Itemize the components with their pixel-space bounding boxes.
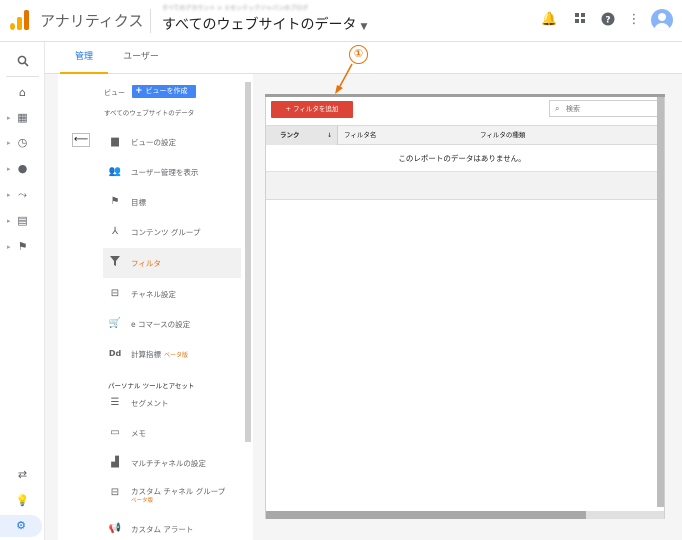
more-vert-icon[interactable]: ⋮ [626,12,642,28]
account-selector[interactable]: すべてのウェブサイトのデータ ▼ [162,14,367,34]
scroll-thumb[interactable] [266,511,586,519]
menu-item-filters[interactable]: フィルタ [103,248,241,278]
column-rank[interactable]: ランク ↓ [266,126,338,145]
tab-user[interactable]: ユーザー [117,42,165,74]
admin-gear-icon[interactable]: ⚙ [0,515,42,537]
attribution-icon[interactable]: ⇄ [0,464,45,486]
bell-icon[interactable]: 🔔 [541,12,557,28]
audience-icon[interactable]: ▸ ● [0,158,45,180]
beta-badge: ベータ版 [164,352,189,359]
divider [150,9,151,33]
menu-item-goals[interactable]: ⚑ 目標 [103,187,241,217]
conversions-icon[interactable]: ▸ ⚑ [0,236,45,258]
annotation-arrow-icon [335,63,353,94]
back-arrow-button[interactable]: ⟵ [72,133,90,147]
custom-channel-icon: ⊟ [110,487,120,498]
home-icon[interactable]: ⌂ [0,82,45,104]
add-filter-button[interactable]: + フィルタを追加 [271,101,353,118]
filter-search-input[interactable] [566,103,654,115]
dd-icon: Dd [108,349,122,358]
svg-text:?: ? [605,16,610,26]
search-icon[interactable] [0,50,45,72]
menu-item-multichannel[interactable]: ▟ マルチチャネルの設定 [103,448,241,478]
analytics-logo[interactable] [10,10,30,30]
column-filter-name[interactable]: フィルタ名 [344,126,376,145]
top-bar: アナリティクス すべてのアカウント > ミセンテックジャパンのブログ すべてのウ… [0,0,682,42]
document-icon: ▆ [111,136,119,147]
table-footer [266,172,658,200]
left-nav-rail: ⌂ ▸ ▦ ▸ ◷ ▸ ● ▸ ⤳ ▸ ▤ ▸ ⚑ ⇄ 💡 ⚙ [0,42,45,540]
caret-down-icon: ▼ [360,22,368,32]
app-name: アナリティクス [40,12,144,30]
menu-item-custom-alerts[interactable]: 📢 カスタム アラート [103,514,241,540]
menu-item-ecommerce[interactable]: 🛒 e コマースの設定 [103,309,241,339]
menu-item-custom-channel-groups[interactable]: ⊟ カスタム チャネル グループ ベータ版 [103,478,241,508]
column-filter-type[interactable]: フィルタの種類 [480,126,525,145]
megaphone-icon: 📢 [108,523,122,534]
menu-item-memo[interactable]: ▭ メモ [103,418,241,448]
view-selector[interactable]: すべてのウェブサイトのデータ [104,107,194,117]
tab-admin[interactable]: 管理 [60,42,108,74]
sort-arrow-icon: ↓ [326,132,332,139]
empty-table-message: このレポートのデータはありません。 [266,146,658,172]
help-icon[interactable]: ? [600,12,616,28]
bar-chart-icon: ▟ [111,457,119,468]
users-icon: 👥 [108,166,122,177]
beta-badge: ベータ版 [131,498,154,504]
search-box[interactable]: ⌕ [549,100,659,117]
vertical-scrollbar[interactable] [657,97,664,507]
menu-item-segments[interactable]: ☰ セグメント [103,388,241,418]
dashboard-icon[interactable]: ▸ ▦ [0,107,45,129]
apps-grid-icon[interactable] [572,12,588,28]
acquisition-icon[interactable]: ▸ ⤳ [0,184,45,206]
flag-icon: ⚑ [110,196,120,207]
memo-icon: ▭ [110,427,120,438]
menu-item-content-groups[interactable]: ⅄ コンテンツ グループ [103,217,241,247]
horizontal-scrollbar[interactable] [266,511,664,519]
content-group-icon: ⅄ [111,226,119,237]
account-path[interactable]: すべてのアカウント > ミセンテックジャパンのブログ [162,3,308,12]
panel-top-border [265,94,665,97]
discover-icon[interactable]: 💡 [0,490,45,512]
behavior-icon[interactable]: ▸ ▤ [0,210,45,232]
search-icon: ⌕ [555,104,560,113]
menu-item-channel-settings[interactable]: ⊟ チャネル設定 [103,279,241,309]
view-label: ビュー [104,89,125,97]
realtime-icon[interactable]: ▸ ◷ [0,132,45,154]
view-column-scrollbar[interactable] [245,82,251,442]
table-header: ランク ↓ フィルタ名 フィルタの種類 [266,125,658,145]
create-view-button[interactable]: + ビューを作成 [132,85,196,98]
account-avatar[interactable] [651,9,673,31]
account-title: すべてのウェブサイトのデータ [162,17,357,33]
menu-item-view-settings[interactable]: ▆ ビューの設定 [103,127,241,157]
filter-icon [108,256,122,270]
menu-item-user-management[interactable]: 👥 ユーザー管理を表示 [103,157,241,187]
cart-icon: 🛒 [108,318,122,329]
menu-item-calculated-metrics[interactable]: Dd 計算指標 ベータ版 [103,339,241,369]
channel-icon: ⊟ [110,288,120,299]
segment-icon: ☰ [110,397,120,408]
